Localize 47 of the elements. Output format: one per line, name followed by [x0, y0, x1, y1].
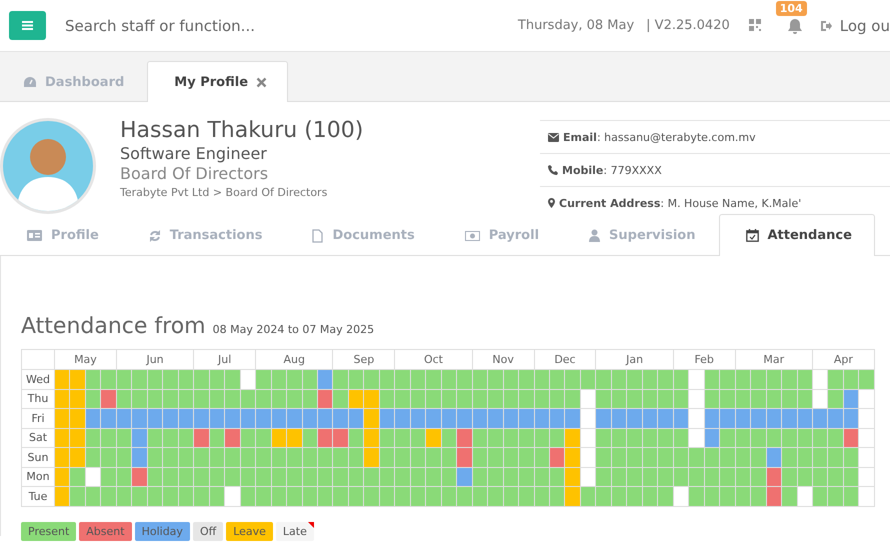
page-tab[interactable]: My Profile [147, 61, 288, 102]
section-tab[interactable]: Payroll [438, 214, 562, 256]
contact-text: Email: hassanu@terabyte.com.mv [563, 130, 756, 144]
employee-name: Hassan Thakuru (100) [120, 118, 364, 144]
legend-label: Holiday [134, 522, 190, 540]
logout-link[interactable]: Log ou [820, 16, 890, 34]
breadcrumb: Terabyte Pvt Ltd > Board Of Directors [120, 186, 328, 199]
page-tab[interactable]: Dashboard [0, 61, 148, 102]
legend-label: Late [276, 522, 314, 540]
contact-text: Current Address: M. House Name, K.Male' [559, 196, 802, 210]
logout-icon [820, 20, 832, 32]
date-range: 08 May 2024 to 07 May 2025 [212, 323, 374, 336]
phone-icon [548, 165, 558, 175]
month-header: Jan [596, 350, 674, 370]
id-card-icon [27, 230, 42, 241]
version-text: | V2.25.0420 [646, 18, 730, 33]
calendar-icon [746, 229, 758, 242]
legend-label: Absent [79, 522, 132, 540]
section-tab[interactable]: Supervision [562, 214, 718, 256]
section-tab[interactable]: Profile [0, 214, 122, 256]
user-icon [589, 229, 600, 242]
section-title: Attendance from [21, 314, 206, 339]
map-pin-icon [548, 198, 555, 208]
month-header: Oct [394, 350, 472, 370]
close-button[interactable] [256, 76, 268, 88]
document-icon [312, 228, 324, 242]
date-text: Thursday, 08 May [518, 18, 634, 33]
bell-icon[interactable] [786, 18, 803, 34]
section-tab[interactable]: Documents [285, 214, 438, 256]
dashboard-icon [23, 76, 37, 88]
menu-icon [22, 21, 33, 30]
section-tab[interactable]: Transactions [122, 214, 286, 256]
envelope-icon [548, 132, 559, 142]
legend-label: Present [21, 522, 76, 540]
department: Board Of Directors [120, 164, 270, 184]
banknote-icon [464, 230, 480, 240]
notification-badge: 104 [776, 0, 807, 16]
qr-code-icon[interactable] [748, 19, 761, 31]
menu-button[interactable] [9, 11, 46, 40]
legend-label: Off [192, 522, 224, 540]
legend-label: Leave [226, 522, 273, 540]
refresh-icon [148, 230, 161, 242]
close-icon [256, 76, 268, 88]
late-corner-icon [308, 522, 314, 528]
job-title: Software Engineer [120, 144, 268, 164]
contact-text: Mobile: 779XXXX [562, 164, 662, 176]
section-tab[interactable]: Attendance [718, 214, 875, 256]
